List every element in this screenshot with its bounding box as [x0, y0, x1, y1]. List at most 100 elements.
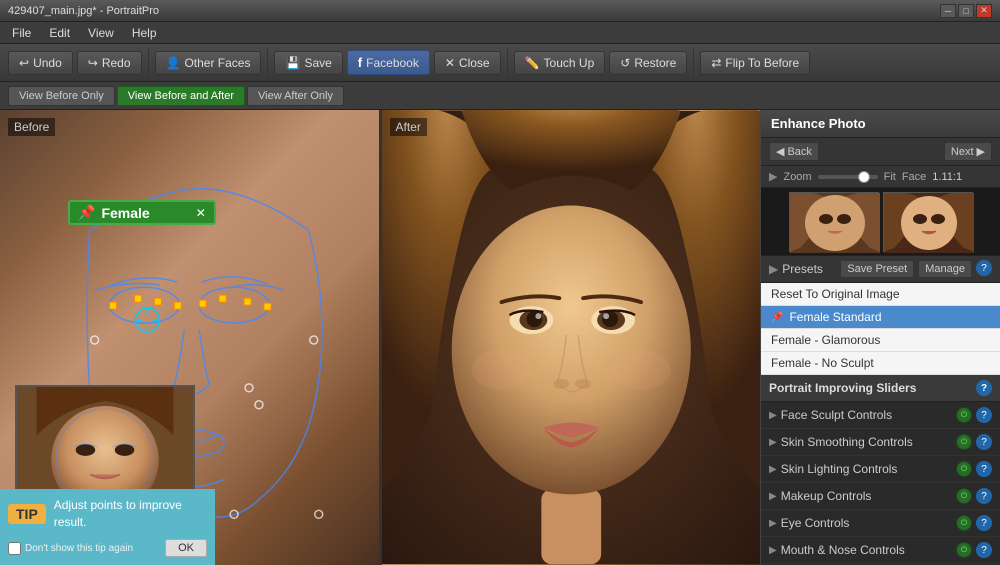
separator-3 — [507, 49, 508, 77]
view-before-after-button[interactable]: View Before and After — [117, 86, 245, 106]
window-controls: ─ □ ✕ — [940, 4, 992, 18]
slider-expand-icon[interactable]: ▶ — [769, 464, 777, 475]
slider-label: Makeup Controls — [781, 489, 872, 503]
manage-presets-button[interactable]: Manage — [918, 260, 972, 278]
slider-help-icon[interactable]: ? — [976, 488, 992, 504]
next-button[interactable]: Next ▶ — [944, 142, 992, 161]
slider-help-icon[interactable]: ? — [976, 407, 992, 423]
slider-label: Eye Controls — [781, 516, 850, 530]
slider-expand-icon[interactable]: ▶ — [769, 491, 777, 502]
minimize-button[interactable]: ─ — [940, 4, 956, 18]
female-label-close[interactable]: ✕ — [196, 206, 206, 220]
after-face-svg — [382, 110, 761, 565]
undo-label: Undo — [33, 56, 62, 70]
undo-icon: ↩ — [19, 56, 29, 70]
thumbnail-area — [761, 188, 1000, 256]
menu-help[interactable]: Help — [124, 24, 165, 42]
sliders-help-button[interactable]: ? — [976, 380, 992, 396]
slider-help-icon[interactable]: ? — [976, 515, 992, 531]
zoom-thumb[interactable] — [858, 171, 870, 183]
zoom-arrow-icon: ▶ — [769, 170, 777, 183]
menu-file[interactable]: File — [4, 24, 39, 42]
toolbar: ↩ Undo ↪ Redo 👤 Other Faces 💾 Save f Fac… — [0, 44, 1000, 82]
power-button[interactable]: ⏻ — [956, 488, 972, 504]
tip-ok-button[interactable]: OK — [165, 539, 207, 557]
power-button[interactable]: ⏻ — [956, 515, 972, 531]
tip-box: TIP Adjust points to improve result. Don… — [0, 489, 215, 565]
slider-right: ⏻ ? — [956, 515, 992, 531]
slider-right: ⏻ ? — [956, 461, 992, 477]
view-before-only-button[interactable]: View Before Only — [8, 86, 115, 106]
zoom-fit-button[interactable]: Fit — [884, 171, 896, 183]
close-window-button[interactable]: ✕ — [976, 4, 992, 18]
presets-left: ▶ Presets — [769, 262, 823, 276]
slider-expand-icon[interactable]: ▶ — [769, 518, 777, 529]
back-label: Back — [787, 146, 811, 158]
image-area: Before — [0, 110, 760, 565]
slider-help-icon[interactable]: ? — [976, 434, 992, 450]
restore-button[interactable]: ↺ Restore — [609, 51, 687, 75]
before-face-image: 📌 Female ✕ — [0, 110, 379, 565]
slider-right: ⏻ ? — [956, 407, 992, 423]
other-faces-icon: 👤 — [166, 56, 181, 70]
zoom-slider[interactable] — [818, 175, 878, 179]
preset-item-female-standard[interactable]: 📌 Female Standard — [761, 306, 1000, 329]
titlebar: 429407_main.jpg* - PortraitPro ─ □ ✕ — [0, 0, 1000, 22]
facebook-button[interactable]: f Facebook — [347, 50, 430, 75]
sliders-title: Portrait Improving Sliders — [769, 381, 916, 395]
slider-row-skin-smoothing: ▶ Skin Smoothing Controls ⏻ ? — [761, 429, 1000, 456]
right-panel: Enhance Photo ◀ Back Next ▶ ▶ Zoom Fit F… — [760, 110, 1000, 565]
back-button[interactable]: ◀ Back — [769, 142, 819, 161]
slider-left: ▶ Eye Controls — [769, 516, 849, 530]
close-button[interactable]: ✕ Close — [434, 51, 501, 75]
slider-help-icon[interactable]: ? — [976, 542, 992, 558]
power-button[interactable]: ⏻ — [956, 461, 972, 477]
tip-checkbox-input[interactable] — [8, 542, 21, 555]
slider-expand-icon[interactable]: ▶ — [769, 410, 777, 421]
separator-1 — [148, 49, 149, 77]
zoom-face-button[interactable]: Face — [902, 171, 926, 183]
undo-button[interactable]: ↩ Undo — [8, 51, 73, 75]
save-icon: 💾 — [285, 56, 300, 70]
other-faces-label: Other Faces — [184, 56, 250, 70]
zoom-value: 1.11:1 — [932, 171, 962, 183]
save-preset-button[interactable]: Save Preset — [840, 260, 914, 278]
close-icon: ✕ — [445, 56, 455, 70]
view-after-only-button[interactable]: View After Only — [247, 86, 344, 106]
sliders-header: Portrait Improving Sliders ? — [761, 375, 1000, 402]
save-button[interactable]: 💾 Save — [274, 51, 342, 75]
presets-section-label: Presets — [782, 262, 823, 276]
slider-left: ▶ Makeup Controls — [769, 489, 871, 503]
presets-row: ▶ Presets Save Preset Manage ? — [761, 256, 1000, 283]
slider-expand-icon[interactable]: ▶ — [769, 437, 777, 448]
other-faces-button[interactable]: 👤 Other Faces — [155, 51, 262, 75]
tip-checkbox-label[interactable]: Don't show this tip again — [8, 542, 133, 555]
power-button[interactable]: ⏻ — [956, 407, 972, 423]
slider-left: ▶ Face Sculpt Controls — [769, 408, 892, 422]
after-panel: After — [382, 110, 761, 565]
preset-item-no-sculpt[interactable]: Female - No Sculpt — [761, 352, 1000, 375]
slider-right: ⏻ ? — [956, 542, 992, 558]
before-panel: Before — [0, 110, 379, 565]
slider-help-icon[interactable]: ? — [976, 461, 992, 477]
power-button[interactable]: ⏻ — [956, 542, 972, 558]
menu-edit[interactable]: Edit — [41, 24, 78, 42]
flip-button[interactable]: ⇄ Flip To Before — [700, 51, 810, 75]
window-title: 429407_main.jpg* - PortraitPro — [8, 5, 159, 17]
before-thumbnail — [789, 192, 879, 252]
slider-expand-icon[interactable]: ▶ — [769, 545, 777, 556]
preset-pin-icon: 📌 — [771, 312, 783, 323]
power-button[interactable]: ⏻ — [956, 434, 972, 450]
preset-item-glamorous[interactable]: Female - Glamorous — [761, 329, 1000, 352]
presets-help-button[interactable]: ? — [976, 260, 992, 276]
menu-view[interactable]: View — [80, 24, 122, 42]
slider-label: Mouth & Nose Controls — [781, 543, 905, 557]
slider-left: ▶ Skin Lighting Controls — [769, 462, 897, 476]
zoom-row: ▶ Zoom Fit Face 1.11:1 — [761, 166, 1000, 188]
preset-list: Reset To Original Image 📌 Female Standar… — [761, 283, 1000, 375]
redo-button[interactable]: ↪ Redo — [77, 51, 142, 75]
touch-up-button[interactable]: ✏️ Touch Up — [514, 51, 606, 75]
facebook-icon: f — [358, 55, 362, 70]
maximize-button[interactable]: □ — [958, 4, 974, 18]
preset-item-reset[interactable]: Reset To Original Image — [761, 283, 1000, 306]
